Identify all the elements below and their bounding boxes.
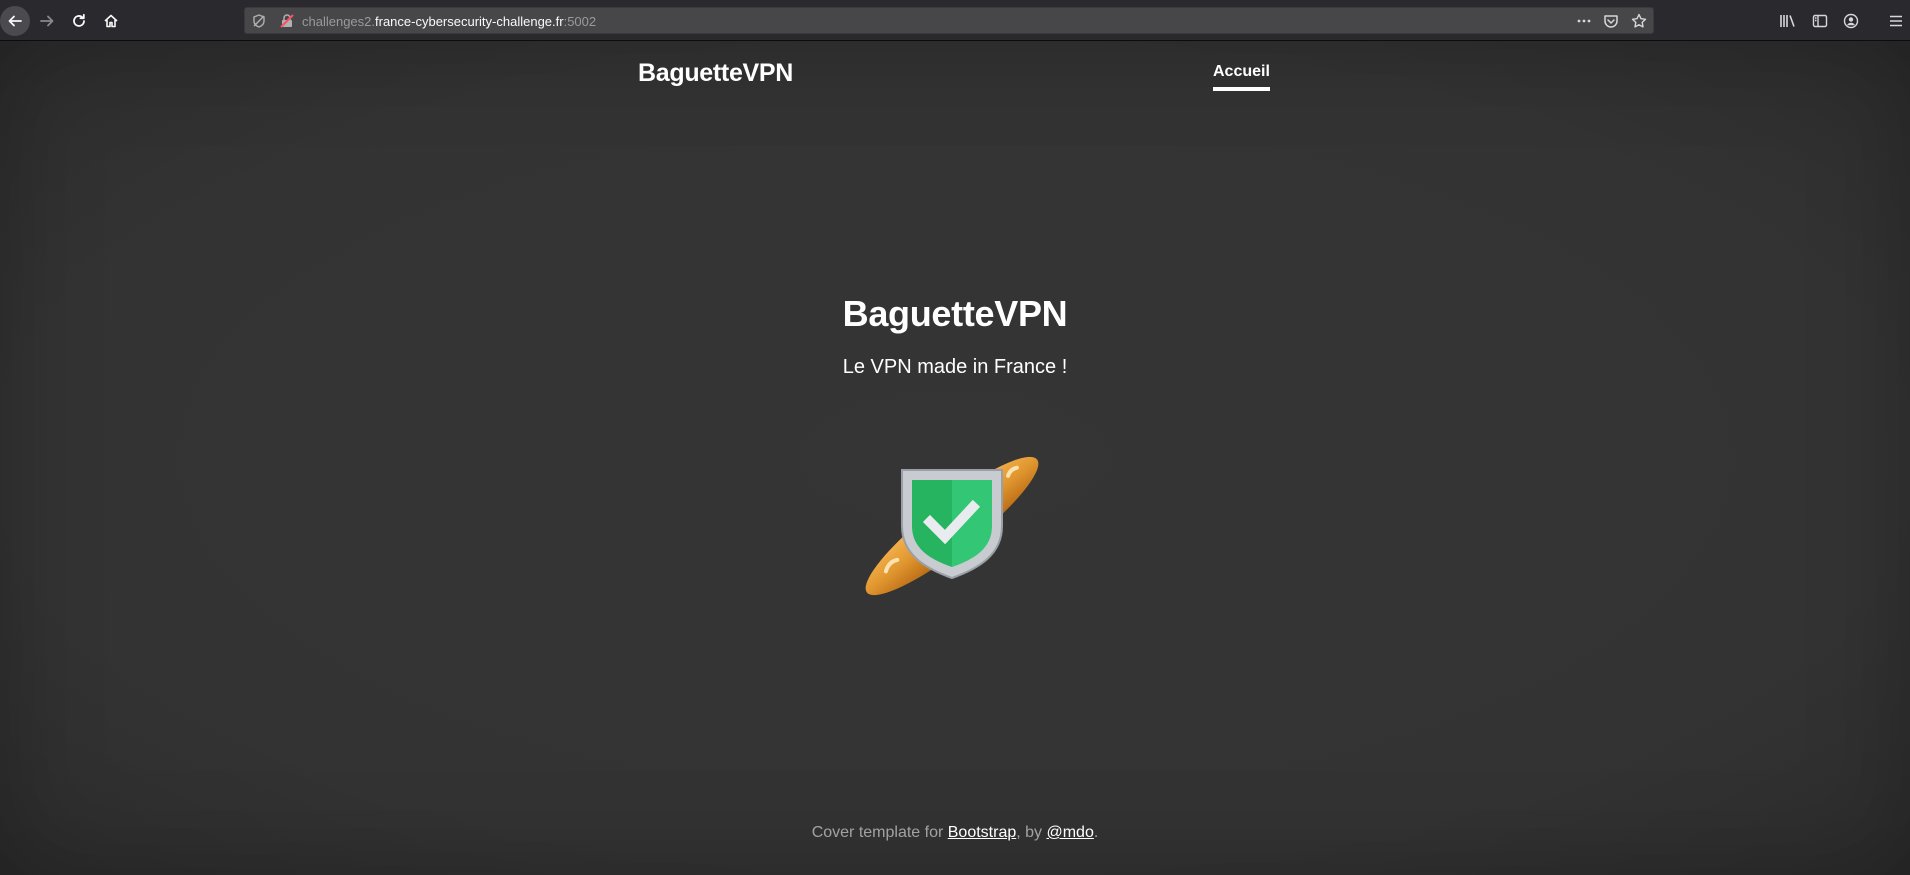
library-icon[interactable] xyxy=(1778,11,1798,31)
account-icon[interactable] xyxy=(1841,11,1861,31)
url-host: france-cybersecurity-challenge.fr xyxy=(375,14,564,29)
home-icon xyxy=(103,13,119,29)
back-arrow-icon xyxy=(7,13,23,29)
page-actions-icon[interactable] xyxy=(1576,13,1592,29)
footer-link-mdo[interactable]: @mdo xyxy=(1046,824,1093,841)
footer-middle: , by xyxy=(1016,824,1047,841)
back-button[interactable] xyxy=(0,6,30,36)
bookmark-star-icon[interactable] xyxy=(1631,13,1647,29)
baguette-shield-logo xyxy=(852,426,1052,626)
reload-button[interactable] xyxy=(64,6,94,36)
insecure-lock-icon[interactable] xyxy=(279,13,295,29)
home-button[interactable] xyxy=(96,6,126,36)
masthead-brand: BaguetteVPN xyxy=(638,59,794,87)
footer: Cover template for Bootstrap, by @mdo. xyxy=(0,824,1910,842)
url-prefix: challenges2. xyxy=(302,14,375,29)
url-bar[interactable]: challenges2.france-cybersecurity-challen… xyxy=(244,7,1654,34)
pocket-icon[interactable] xyxy=(1603,13,1619,29)
hamburger-menu-icon[interactable] xyxy=(1886,11,1906,31)
hero-subtitle: Le VPN made in France ! xyxy=(842,356,1068,378)
url-suffix: :5002 xyxy=(563,14,597,29)
forward-arrow-icon xyxy=(39,13,55,29)
tracking-protection-icon[interactable] xyxy=(251,13,267,29)
browser-toolbar: challenges2.france-cybersecurity-challen… xyxy=(0,0,1910,41)
url-text: challenges2.france-cybersecurity-challen… xyxy=(302,8,596,35)
footer-suffix: . xyxy=(1093,824,1099,841)
hero-title: BaguetteVPN xyxy=(842,293,1068,334)
reload-icon xyxy=(71,13,87,29)
footer-prefix: Cover template for xyxy=(811,824,948,841)
page-content: BaguetteVPN Accueil BaguetteVPN Le VPN m… xyxy=(0,41,1910,875)
footer-link-bootstrap[interactable]: Bootstrap xyxy=(948,824,1016,841)
sidebar-icon[interactable] xyxy=(1810,11,1830,31)
forward-button[interactable] xyxy=(32,6,62,36)
nav-link-accueil[interactable]: Accueil xyxy=(1213,63,1270,91)
